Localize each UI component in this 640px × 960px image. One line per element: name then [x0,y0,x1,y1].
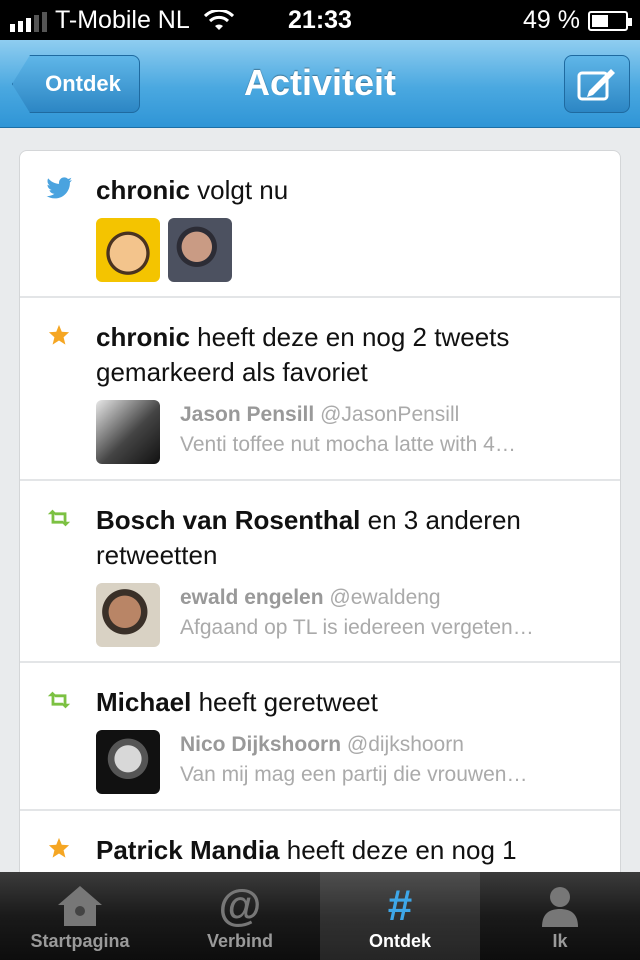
tweet-author-name: Jason Pensill [180,403,315,426]
activity-actor[interactable]: Bosch van Rosenthal [96,505,360,535]
compose-button[interactable] [564,55,630,113]
activity-actor[interactable]: chronic [96,322,190,352]
hashtag-icon: # [387,881,413,930]
tweet-preview[interactable]: Jason Pensill @JasonPensill Venti toffee… [96,400,600,464]
activity-item[interactable]: chronic heeft deze en nog 2 tweets gemar… [20,298,620,481]
tweet-text: Venti toffee nut mocha latte with 4… [180,433,516,456]
battery-percent: 49 % [523,6,580,34]
tweet-author-handle: @JasonPensill [320,403,460,426]
page-title: Activiteit [243,62,397,103]
activity-actor[interactable]: chronic [96,175,190,205]
activity-item[interactable]: chronic volgt nu [20,151,620,298]
activity-actor[interactable]: Patrick Mandia [96,835,280,865]
tab-ontdek[interactable]: # Ontdek [320,872,480,960]
tweet-author-name: Nico Dijkshoorn [180,733,342,756]
follower-avatar[interactable] [168,218,232,282]
retweet-icon [47,691,71,709]
activity-text: volgt nu [189,175,289,205]
tab-verbind[interactable]: @ Verbind [160,872,320,960]
tweet-preview[interactable]: ewald engelen @ewaldeng Afgaand op TL is… [96,583,600,647]
battery-icon [588,10,632,31]
person-icon [542,887,578,927]
avatar[interactable] [96,730,160,794]
avatar[interactable] [96,400,160,464]
star-icon [48,837,70,858]
activity-item[interactable]: Michael heeft geretweet Nico Dijkshoorn … [20,663,620,811]
activity-text: heeft deze en nog 1 [279,835,517,865]
tab-label: Ontdek [368,931,431,951]
activity-item[interactable]: Bosch van Rosenthal en 3 anderen retweet… [20,481,620,663]
tweet-author-handle: @ewaldeng [329,586,441,609]
activity-text: heeft geretweet [191,687,378,717]
status-bar: T-Mobile NL 21:33 49 % [0,0,640,40]
star-icon [48,324,70,345]
navigation-bar: Ontdek Activiteit [0,40,640,128]
compose-icon [577,69,615,101]
tweet-author-handle: @dijkshoorn [346,733,464,756]
tweet-preview[interactable]: Nico Dijkshoorn @dijkshoorn Van mij mag … [96,730,600,794]
retweet-icon [47,509,71,527]
twitter-bird-icon [46,177,72,199]
tab-label: Ik [552,931,568,951]
tab-label: Verbind [206,931,273,951]
tweet-text: Afgaand op TL is iedereen vergeten… [180,616,534,639]
tab-ik[interactable]: Ik [480,872,640,960]
tweet-text: Van mij mag een partij die vrouwen… [180,763,528,786]
avatar[interactable] [96,583,160,647]
home-icon [58,886,102,926]
follower-avatar[interactable] [96,218,160,282]
at-icon: @ [218,881,262,930]
tweet-author-name: ewald engelen [180,586,324,609]
activity-list: chronic volgt nu chronic heeft deze en n… [19,150,621,890]
tab-startpagina[interactable]: Startpagina [0,872,160,960]
tab-bar: Startpagina @ Verbind # Ontdek Ik [0,872,640,960]
tab-label: Startpagina [30,931,130,951]
activity-actor[interactable]: Michael [96,687,191,717]
